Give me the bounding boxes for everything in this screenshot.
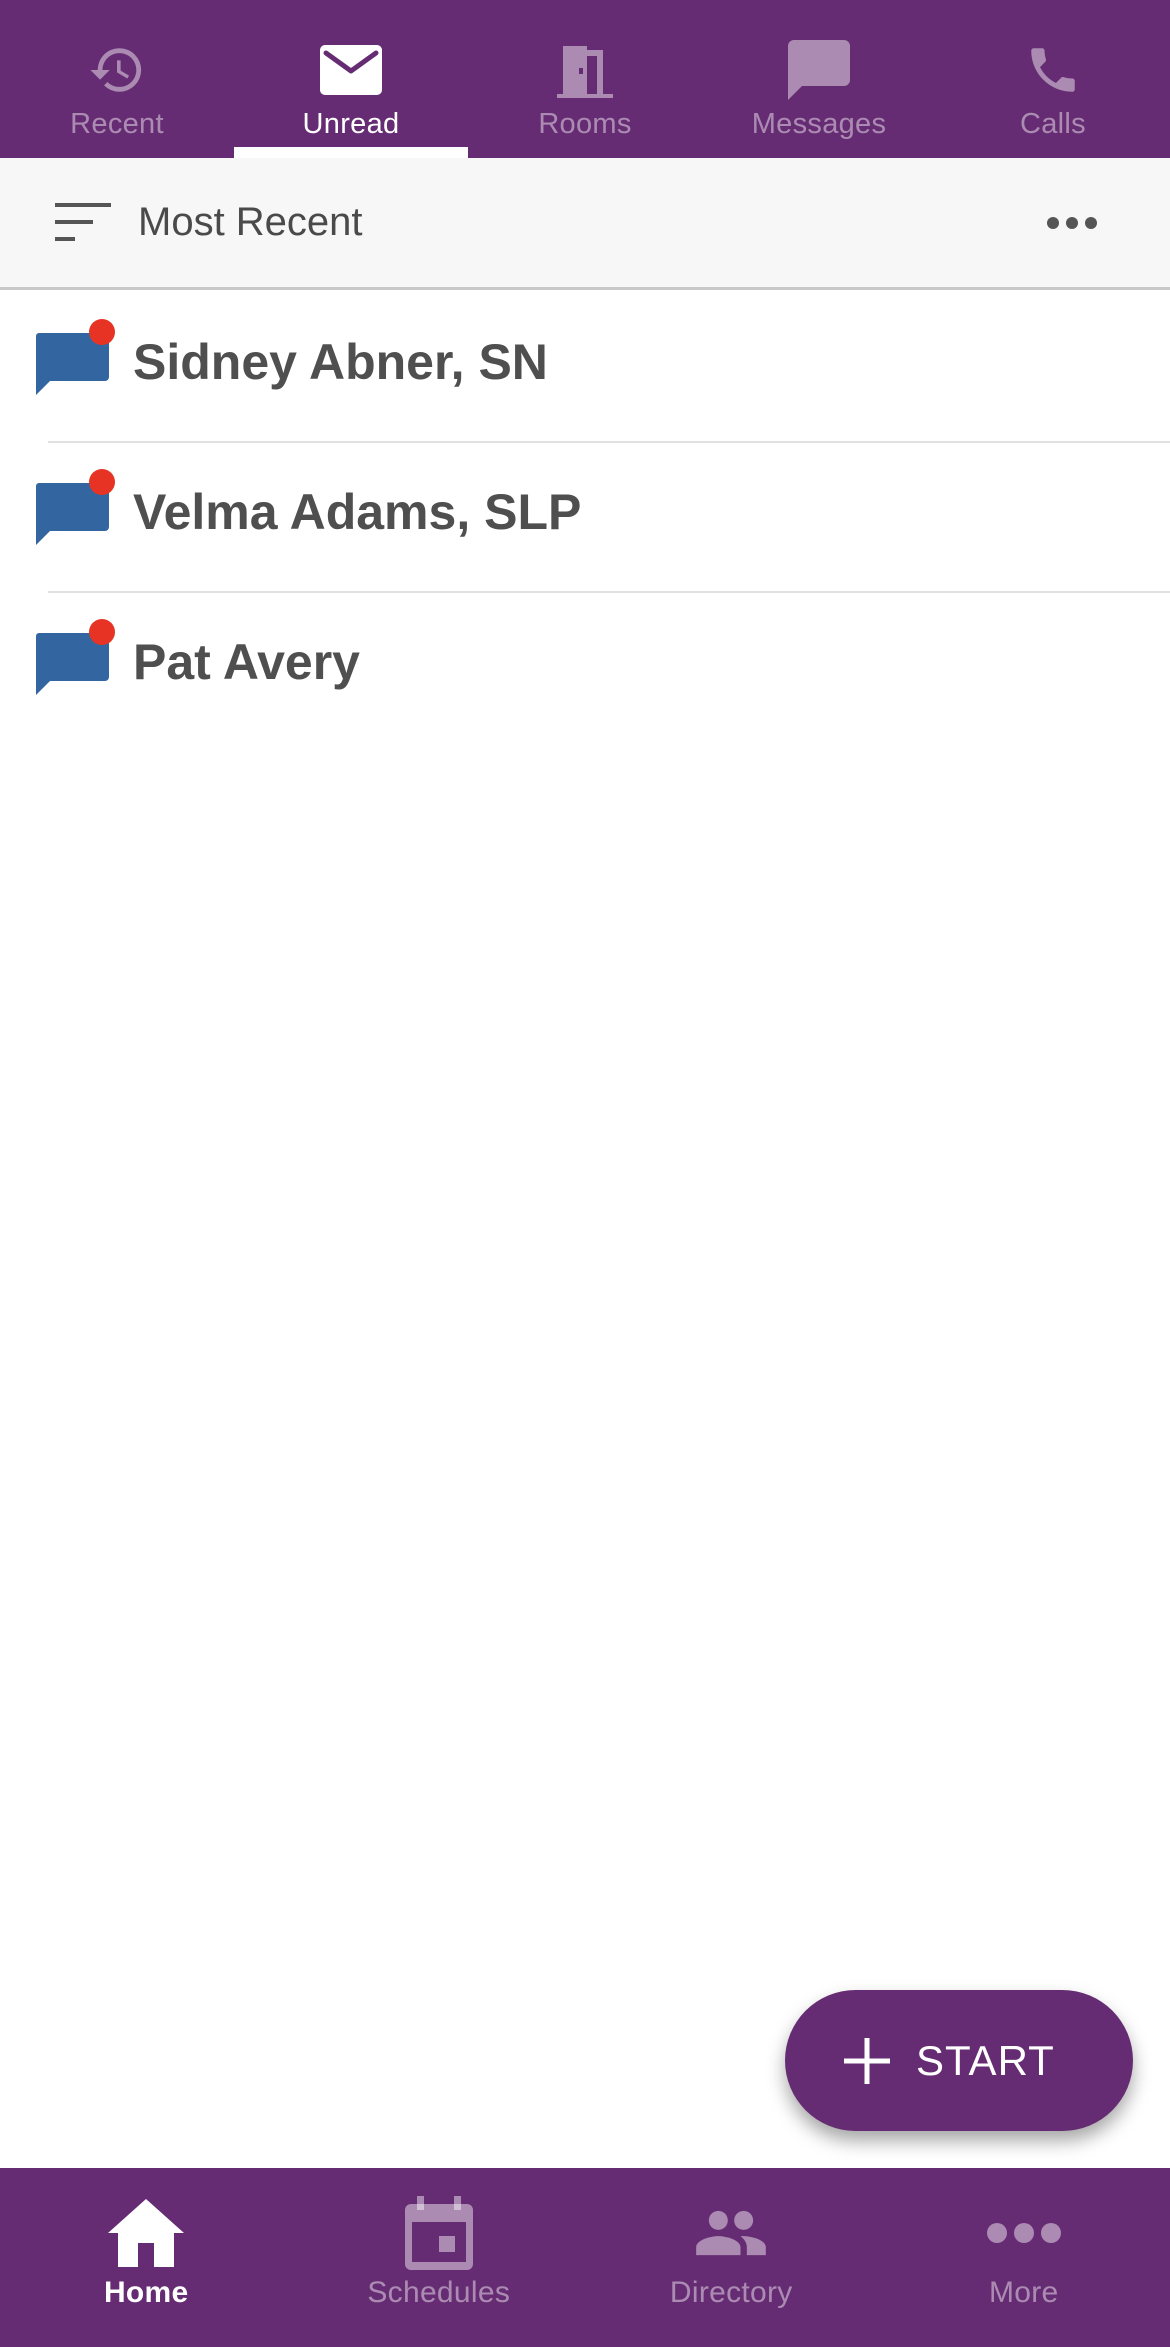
tab-recent[interactable]: Recent (0, 0, 234, 158)
chat-unread-icon (36, 319, 115, 395)
start-button[interactable]: START (785, 1990, 1133, 2131)
app-screen: Recent Unread Rooms Messages Calls Most … (0, 0, 1170, 2347)
tab-unread-label: Unread (302, 108, 400, 140)
conversation-name: Sidney Abner, SN (133, 334, 548, 390)
phone-icon (1024, 40, 1082, 100)
tab-calls[interactable]: Calls (936, 0, 1170, 158)
sort-icon[interactable] (55, 202, 113, 243)
list-item[interactable]: Velma Adams, SLP (0, 443, 1170, 593)
more-horizontal-icon[interactable] (1046, 208, 1098, 238)
nav-directory-label: Directory (669, 2276, 793, 2309)
sort-label[interactable]: Most Recent (138, 200, 363, 245)
nav-more[interactable]: More (878, 2168, 1170, 2347)
tab-rooms-label: Rooms (538, 108, 632, 140)
tab-messages[interactable]: Messages (702, 0, 936, 158)
top-tab-bar: Recent Unread Rooms Messages Calls (0, 0, 1170, 158)
history-icon (88, 40, 146, 100)
chat-unread-icon (36, 469, 115, 545)
tab-messages-label: Messages (751, 108, 887, 140)
nav-home[interactable]: Home (0, 2168, 293, 2347)
nav-schedules-label: Schedules (367, 2276, 511, 2309)
tab-recent-label: Recent (70, 108, 164, 140)
nav-home-label: Home (103, 2276, 189, 2309)
tab-rooms[interactable]: Rooms (468, 0, 702, 158)
mail-icon (320, 40, 382, 100)
conversation-list: Sidney Abner, SN Velma Adams, SLP Pat Av… (0, 293, 1170, 743)
nav-directory[interactable]: Directory (585, 2168, 878, 2347)
bottom-nav: Home Schedules Directory More (0, 2168, 1170, 2347)
chat-unread-icon (36, 619, 115, 695)
door-icon (557, 40, 613, 100)
start-button-label: START (916, 2036, 1055, 2084)
home-icon (108, 2194, 185, 2272)
tab-unread[interactable]: Unread (234, 0, 468, 158)
more-horizontal-icon (986, 2194, 1062, 2272)
tab-calls-label: Calls (1020, 108, 1086, 140)
sort-bar: Most Recent (0, 158, 1170, 290)
conversation-name: Pat Avery (133, 634, 360, 690)
nav-schedules[interactable]: Schedules (293, 2168, 586, 2347)
list-item[interactable]: Pat Avery (0, 593, 1170, 743)
people-icon (693, 2194, 769, 2272)
chat-bubble-icon (788, 40, 850, 100)
conversation-name: Velma Adams, SLP (133, 484, 582, 540)
nav-more-label: More (988, 2276, 1059, 2309)
tab-indicator (234, 147, 468, 158)
calendar-icon (404, 2194, 473, 2272)
plus-icon (844, 2037, 890, 2084)
list-item[interactable]: Sidney Abner, SN (0, 293, 1170, 443)
